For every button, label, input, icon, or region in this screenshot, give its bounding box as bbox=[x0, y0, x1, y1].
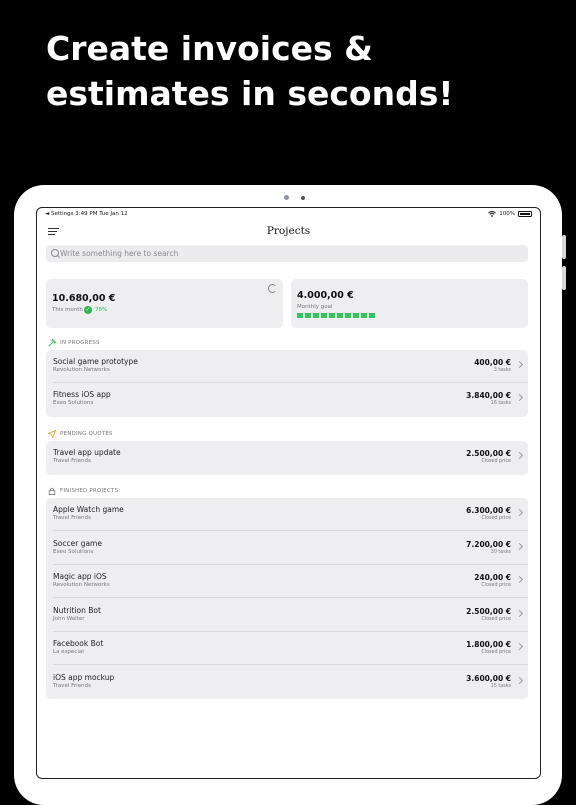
project-name: Facebook Bot bbox=[53, 639, 104, 648]
chevron-right-icon bbox=[515, 642, 524, 651]
project-price: 240,00 € bbox=[474, 573, 511, 582]
project-name: Social game prototype bbox=[53, 357, 138, 366]
project-row[interactable]: Nutrition Bot John Walter 2.500,00 € Clo… bbox=[46, 599, 528, 632]
project-detail: Closed price bbox=[481, 516, 511, 521]
project-client: Exeo Solutions bbox=[53, 400, 94, 406]
wifi-icon bbox=[488, 211, 497, 217]
project-price: 3.600,00 € bbox=[466, 673, 511, 683]
chevron-right-icon bbox=[515, 508, 524, 517]
project-client: Exeo Solutions bbox=[53, 548, 94, 555]
project-detail: 15 tasks bbox=[490, 683, 511, 689]
project-name: iOS app mockup bbox=[53, 672, 115, 682]
hammer-icon bbox=[48, 339, 56, 347]
project-row[interactable]: iOS app mockup Travel Friends 3.600,00 €… bbox=[46, 666, 528, 699]
project-client: Travel Friends bbox=[53, 458, 91, 464]
paper-plane-icon bbox=[48, 430, 56, 438]
project-price: 400,00 € bbox=[474, 358, 511, 367]
project-client: La especial bbox=[53, 649, 84, 655]
chevron-right-icon bbox=[515, 609, 524, 617]
goal-label: Monthly goal bbox=[297, 304, 333, 310]
project-name: Nutrition Bot bbox=[53, 605, 101, 615]
project-detail: Closed price bbox=[481, 650, 511, 655]
project-name: Soccer game bbox=[53, 538, 102, 548]
refresh-icon[interactable] bbox=[268, 284, 277, 293]
battery-icon bbox=[518, 211, 532, 217]
project-price: 1.800,00 € bbox=[466, 640, 511, 649]
project-row[interactable]: Travel app update Travel Friends 2.500,0… bbox=[46, 441, 528, 474]
search-icon bbox=[51, 249, 59, 257]
lock-icon bbox=[48, 487, 56, 495]
project-price: 7.200,00 € bbox=[466, 539, 511, 549]
volume-button bbox=[562, 266, 566, 290]
goal-amount: 4.000,00 € bbox=[297, 290, 354, 301]
project-detail: Closed price bbox=[481, 616, 511, 622]
project-detail: 30 tasks bbox=[490, 549, 511, 555]
nav-bar: Projects bbox=[37, 220, 540, 246]
project-name: Travel app update bbox=[53, 448, 121, 457]
status-bar: ◄ Settings 3:49 PM Tue Jan 12 100% bbox=[37, 208, 540, 220]
headline: Create invoices & estimates in seconds! bbox=[46, 29, 454, 113]
project-price: 2.500,00 € bbox=[466, 449, 511, 458]
project-client: Travel Friends bbox=[53, 682, 91, 689]
project-detail: 16 tasks bbox=[490, 401, 511, 406]
status-right: 100% bbox=[488, 211, 532, 217]
project-row[interactable]: Apple Watch game Travel Friends 6.300,00… bbox=[46, 498, 528, 531]
project-price: 3.840,00 € bbox=[466, 391, 511, 400]
project-row[interactable]: Fitness iOS app Exeo Solutions 3.840,00 … bbox=[46, 383, 528, 416]
project-name: Magic app iOS bbox=[53, 572, 107, 581]
sensor-dot bbox=[301, 196, 305, 200]
section-in-progress: IN PROGRESS bbox=[48, 339, 100, 347]
page-title: Projects bbox=[266, 225, 311, 237]
status-left[interactable]: ◄ Settings 3:49 PM Tue Jan 12 bbox=[45, 211, 128, 217]
chevron-right-icon bbox=[515, 360, 524, 369]
project-client: John Walter bbox=[53, 615, 85, 622]
month-percent-badge: ✓ 78% bbox=[84, 306, 107, 314]
search-bar bbox=[46, 245, 528, 262]
check-icon: ✓ bbox=[84, 306, 92, 314]
project-client: Revolution Networks bbox=[53, 582, 110, 588]
pending-list: Travel app update Travel Friends 2.500,0… bbox=[46, 441, 528, 475]
chevron-right-icon bbox=[515, 542, 524, 550]
project-price: 2.500,00 € bbox=[466, 606, 511, 616]
project-price: 6.300,00 € bbox=[466, 506, 511, 515]
project-row[interactable]: Soccer game Exeo Solutions 7.200,00 € 30… bbox=[46, 532, 528, 565]
project-row[interactable]: Social game prototype Revolution Network… bbox=[46, 350, 528, 383]
monthly-goal-card[interactable]: 4.000,00 € Monthly goal bbox=[291, 279, 528, 328]
goal-progress-bar bbox=[297, 313, 375, 318]
chevron-right-icon bbox=[515, 451, 524, 460]
in-progress-list: Social game prototype Revolution Network… bbox=[46, 350, 528, 417]
project-detail: 3 tasks bbox=[493, 368, 511, 373]
month-percent: 78% bbox=[95, 307, 108, 313]
camera-dot bbox=[284, 195, 289, 200]
chevron-right-icon bbox=[515, 575, 524, 584]
section-in-progress-label: IN PROGRESS bbox=[60, 340, 100, 346]
project-detail: Closed price bbox=[481, 459, 511, 464]
project-row[interactable]: Magic app iOS Revolution Networks 240,00… bbox=[46, 565, 528, 598]
section-finished-label: FINISHED PROJECTS bbox=[60, 488, 119, 494]
volume-button bbox=[562, 235, 566, 259]
project-client: Revolution Networks bbox=[53, 367, 110, 373]
project-name: Apple Watch game bbox=[53, 505, 124, 514]
project-client: Travel Friends bbox=[53, 515, 91, 521]
this-month-card[interactable]: 10.680,00 € This month ✓ 78% bbox=[46, 279, 283, 328]
month-amount: 10.680,00 € bbox=[52, 293, 116, 304]
project-detail: Closed price bbox=[481, 583, 511, 588]
chevron-right-icon bbox=[515, 393, 524, 402]
section-pending-quotes: PENDING QUOTES bbox=[48, 430, 113, 438]
project-name: Fitness iOS app bbox=[53, 390, 111, 399]
project-row[interactable]: Facebook Bot La especial 1.800,00 € Clos… bbox=[46, 632, 528, 665]
finished-list: Apple Watch game Travel Friends 6.300,00… bbox=[46, 498, 528, 699]
battery-percent: 100% bbox=[499, 211, 515, 217]
section-finished-projects: FINISHED PROJECTS bbox=[48, 487, 118, 495]
section-pending-label: PENDING QUOTES bbox=[60, 431, 113, 437]
app-screen: ◄ Settings 3:49 PM Tue Jan 12 100% Proje… bbox=[36, 207, 541, 779]
chevron-right-icon bbox=[515, 676, 524, 684]
month-label: This month bbox=[52, 307, 83, 313]
search-input[interactable] bbox=[60, 245, 520, 262]
